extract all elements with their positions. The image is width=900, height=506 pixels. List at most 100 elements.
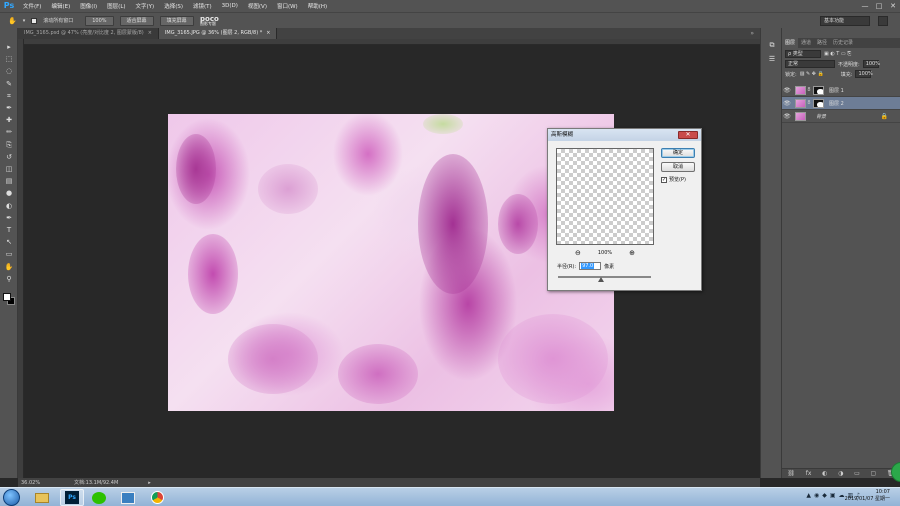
menu-3d[interactable]: 3D(D) <box>217 3 243 9</box>
gradient-tool-icon[interactable]: ▤ <box>3 176 15 187</box>
radius-slider-thumb[interactable] <box>598 277 604 282</box>
foreground-color-swatch[interactable] <box>3 293 11 301</box>
clone-stamp-tool-icon[interactable]: ⎘ <box>3 140 15 151</box>
layer-mask-thumbnail[interactable] <box>813 85 824 95</box>
media-player-icon[interactable] <box>116 489 140 506</box>
lasso-tool-icon[interactable]: ◌ <box>3 66 15 77</box>
start-button[interactable] <box>3 489 20 506</box>
menu-help[interactable]: 帮助(H) <box>303 2 332 10</box>
explorer-icon[interactable] <box>30 489 54 506</box>
minimize-button[interactable]: — <box>858 0 872 12</box>
zoom-100-button[interactable]: 100% <box>85 15 114 26</box>
wechat-icon[interactable] <box>87 489 111 506</box>
status-menu-arrow-icon[interactable]: ▸ <box>148 480 151 486</box>
crop-tool-icon[interactable]: ⌗ <box>3 91 15 102</box>
healing-tool-icon[interactable]: ✚ <box>3 115 15 126</box>
preview-checkbox[interactable]: ✓ <box>661 176 667 183</box>
filter-icons[interactable]: ▣ ◐ T ▭ ⎘ <box>824 51 851 57</box>
mask-link-icon[interactable]: 8 <box>807 87 811 93</box>
eyedropper-tool-icon[interactable]: ✒ <box>3 103 15 114</box>
group-icon[interactable]: ▭ <box>854 470 860 477</box>
blur-preview[interactable] <box>556 148 654 245</box>
tool-preset-chevron-icon[interactable]: ▾ <box>23 18 26 24</box>
dodge-tool-icon[interactable]: ◐ <box>3 201 15 212</box>
scroll-all-checkbox[interactable] <box>31 17 38 24</box>
radius-input[interactable]: 97.0 <box>579 262 602 270</box>
workspace-icon[interactable] <box>878 16 888 26</box>
workspace-select[interactable]: 基本功能 <box>820 16 870 26</box>
fill-screen-button[interactable]: 填充屏幕 <box>159 15 194 26</box>
eraser-tool-icon[interactable]: ◫ <box>3 164 15 175</box>
fill-input[interactable]: 100% <box>855 70 873 78</box>
layer-row[interactable]: 👁 8 图层 2 <box>782 97 900 110</box>
photoshop-taskbar-icon[interactable]: Ps <box>60 489 84 506</box>
floating-assistant-icon[interactable] <box>891 462 900 482</box>
tab-close-icon[interactable]: × <box>148 30 152 36</box>
cancel-button[interactable]: 取消 <box>661 162 695 172</box>
preview-checkbox-row[interactable]: ✓ 预览(P) <box>661 176 686 183</box>
pen-tool-icon[interactable]: ✒ <box>3 213 15 224</box>
opacity-input[interactable]: 100% <box>862 60 880 68</box>
brush-tool-icon[interactable]: ✏ <box>3 127 15 138</box>
menu-select[interactable]: 选择(S) <box>159 2 188 10</box>
hand-tool-icon[interactable]: ✋ <box>3 262 15 273</box>
menu-image[interactable]: 图像(I) <box>75 2 102 10</box>
tab-paths[interactable]: 路径 <box>814 38 830 48</box>
zoom-tool-icon[interactable]: ⚲ <box>3 274 15 285</box>
tab-layers[interactable]: 图层 <box>782 38 799 48</box>
fit-screen-button[interactable]: 适合屏幕 <box>119 15 154 26</box>
lock-icons[interactable]: ▨ ✎ ✥ 🔒 <box>800 71 824 77</box>
tab-jpg[interactable]: IMG_3165.JPG @ 36% (图层 2, RGB/8) * × <box>158 28 278 39</box>
menu-window[interactable]: 窗口(W) <box>272 2 303 10</box>
blur-tool-icon[interactable]: ● <box>3 188 15 199</box>
history-brush-tool-icon[interactable]: ↺ <box>3 152 15 163</box>
menu-filter[interactable]: 滤镜(T) <box>188 2 217 10</box>
tray-icon[interactable]: ◉ <box>814 492 819 499</box>
fx-icon[interactable]: fx <box>806 470 812 477</box>
quick-select-tool-icon[interactable]: ✎ <box>3 79 15 90</box>
close-window-button[interactable]: ✕ <box>886 0 900 12</box>
link-layers-icon[interactable]: ⛓ <box>787 470 795 477</box>
tab-psd[interactable]: IMG_3165.psd @ 47% (亮度/对比度 2, 图层蒙版/8) × <box>18 28 159 39</box>
properties-panel-icon[interactable]: ☰ <box>766 54 778 65</box>
dialog-titlebar[interactable]: 高斯模糊 ✕ <box>548 129 701 141</box>
tabs-more-icon[interactable]: » <box>750 28 754 39</box>
dialog-close-button[interactable]: ✕ <box>678 131 698 139</box>
menu-layer[interactable]: 图层(L) <box>102 2 130 10</box>
shape-tool-icon[interactable]: ▭ <box>3 249 15 260</box>
clock[interactable]: 10:07 2019/01/07 星期一 <box>830 489 890 503</box>
blend-mode-select[interactable]: 正常 <box>785 60 835 68</box>
tab-channels[interactable]: 通道 <box>798 38 814 48</box>
visibility-eye-icon[interactable]: 👁 <box>782 100 792 107</box>
adjustment-layer-icon[interactable]: ◑ <box>838 470 843 477</box>
layer-row[interactable]: 👁 背景 🔒 <box>782 110 900 123</box>
maximize-button[interactable]: □ <box>872 0 886 12</box>
layer-kind-select[interactable]: ρ 类型 <box>785 50 821 58</box>
radius-slider-track[interactable] <box>558 276 651 278</box>
path-select-tool-icon[interactable]: ↖ <box>3 237 15 248</box>
move-tool-icon[interactable]: ▸ <box>3 42 15 53</box>
new-layer-icon[interactable]: ▢ <box>871 470 877 477</box>
marquee-tool-icon[interactable]: ⬚ <box>3 54 15 65</box>
visibility-eye-icon[interactable]: 👁 <box>782 113 792 120</box>
tray-icon[interactable]: ▲ <box>806 492 811 499</box>
tray-icon[interactable]: ◆ <box>822 492 827 499</box>
tab-close-icon[interactable]: × <box>266 30 270 36</box>
type-tool-icon[interactable]: T <box>3 225 15 236</box>
visibility-eye-icon[interactable]: 👁 <box>782 87 792 94</box>
zoom-out-icon[interactable]: ⊖ <box>575 249 581 257</box>
menu-file[interactable]: 文件(F) <box>18 2 46 10</box>
tab-history[interactable]: 历史记录 <box>830 38 856 48</box>
layer-mask-thumbnail[interactable] <box>813 98 824 108</box>
history-panel-icon[interactable]: ⧉ <box>766 40 778 51</box>
zoom-level[interactable]: 36.02% <box>18 480 54 486</box>
mask-link-icon[interactable]: 8 <box>807 100 811 106</box>
menu-type[interactable]: 文字(Y) <box>131 2 160 10</box>
add-mask-icon[interactable]: ◐ <box>822 470 827 477</box>
ok-button[interactable]: 确定 <box>661 148 695 158</box>
layer-row[interactable]: 👁 8 图层 1 <box>782 84 900 97</box>
menu-edit[interactable]: 编辑(E) <box>46 2 75 10</box>
zoom-in-icon[interactable]: ⊕ <box>629 249 635 257</box>
menu-view[interactable]: 视图(V) <box>243 2 272 10</box>
chrome-icon[interactable] <box>145 489 169 506</box>
